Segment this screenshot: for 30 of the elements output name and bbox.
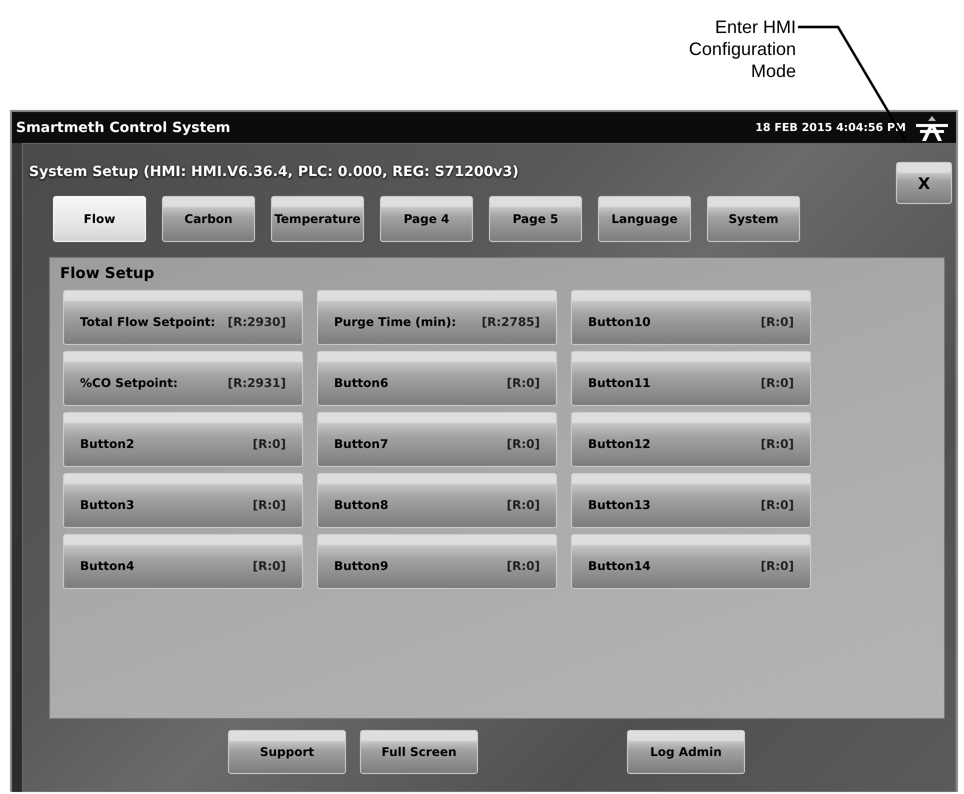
register-button[interactable]: Button10 [R:0] — [571, 290, 811, 345]
tab[interactable]: Page 4 — [380, 196, 473, 242]
annotation-text: Enter HMI Configuration Mode — [688, 16, 796, 82]
register-button[interactable]: Button7 [R:0] — [317, 412, 557, 467]
panel-title: Flow Setup — [60, 264, 156, 284]
register-button[interactable]: Button4 [R:0] — [63, 534, 303, 589]
tab[interactable]: Page 5 — [489, 196, 582, 242]
app-title: Smartmeth Control System — [16, 120, 230, 136]
tab[interactable]: Flow — [53, 196, 146, 242]
dialog-title: System Setup (HMI: HMI.V6.36.4, PLC: 0.000, REG: S71200v3) — [28, 164, 519, 180]
register-button[interactable]: %CO Setpoint: [R:2931] — [63, 351, 303, 406]
register-button[interactable]: Button12 [R:0] — [571, 412, 811, 467]
footer-button[interactable]: Log Admin — [627, 730, 745, 774]
tab[interactable]: Language — [598, 196, 691, 242]
register-button[interactable]: Button14 [R:0] — [571, 534, 811, 589]
register-button[interactable]: Total Flow Setpoint: [R:2930] — [63, 290, 303, 345]
register-button[interactable]: Button9 [R:0] — [317, 534, 557, 589]
register-button[interactable]: Button13 [R:0] — [571, 473, 811, 528]
tab[interactable]: System — [707, 196, 800, 242]
footer-button[interactable]: Full Screen — [360, 730, 478, 774]
register-button[interactable]: Purge Time (min): [R:2785] — [317, 290, 557, 345]
tab[interactable]: Carbon — [162, 196, 255, 242]
register-button[interactable]: Button2 [R:0] — [63, 412, 303, 467]
register-button[interactable]: Button8 [R:0] — [317, 473, 557, 528]
register-button[interactable]: Button3 [R:0] — [63, 473, 303, 528]
register-button[interactable]: Button6 [R:0] — [317, 351, 557, 406]
tab[interactable]: Temperature — [271, 196, 364, 242]
close-button[interactable]: X — [896, 162, 952, 204]
footer-button[interactable]: Support — [228, 730, 346, 774]
register-button[interactable]: Button11 [R:0] — [571, 351, 811, 406]
